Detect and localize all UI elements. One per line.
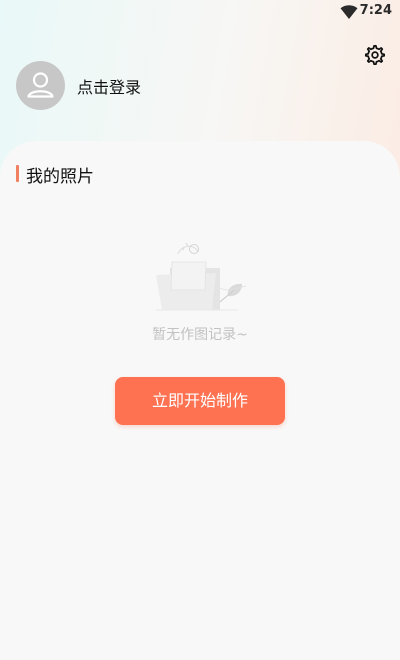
wifi-icon — [340, 5, 358, 19]
start-creating-button[interactable]: 立即开始制作 — [115, 377, 285, 425]
app-screen: 7:24 点击登录 我的照片 暂无作图记录~ 立即开始制作 — [0, 0, 400, 660]
avatar[interactable] — [16, 61, 65, 110]
gear-icon[interactable] — [364, 44, 386, 66]
empty-state-text: 暂无作图记录~ — [152, 327, 248, 343]
status-bar: 7:24 — [0, 0, 400, 24]
empty-folder-icon — [156, 242, 247, 311]
login-link[interactable]: 点击登录 — [77, 74, 141, 98]
section-title: 我的照片 — [26, 167, 94, 187]
section-accent-bar — [16, 165, 19, 182]
status-time: 7:24 — [359, 3, 392, 18]
user-avatar-icon — [27, 72, 54, 98]
